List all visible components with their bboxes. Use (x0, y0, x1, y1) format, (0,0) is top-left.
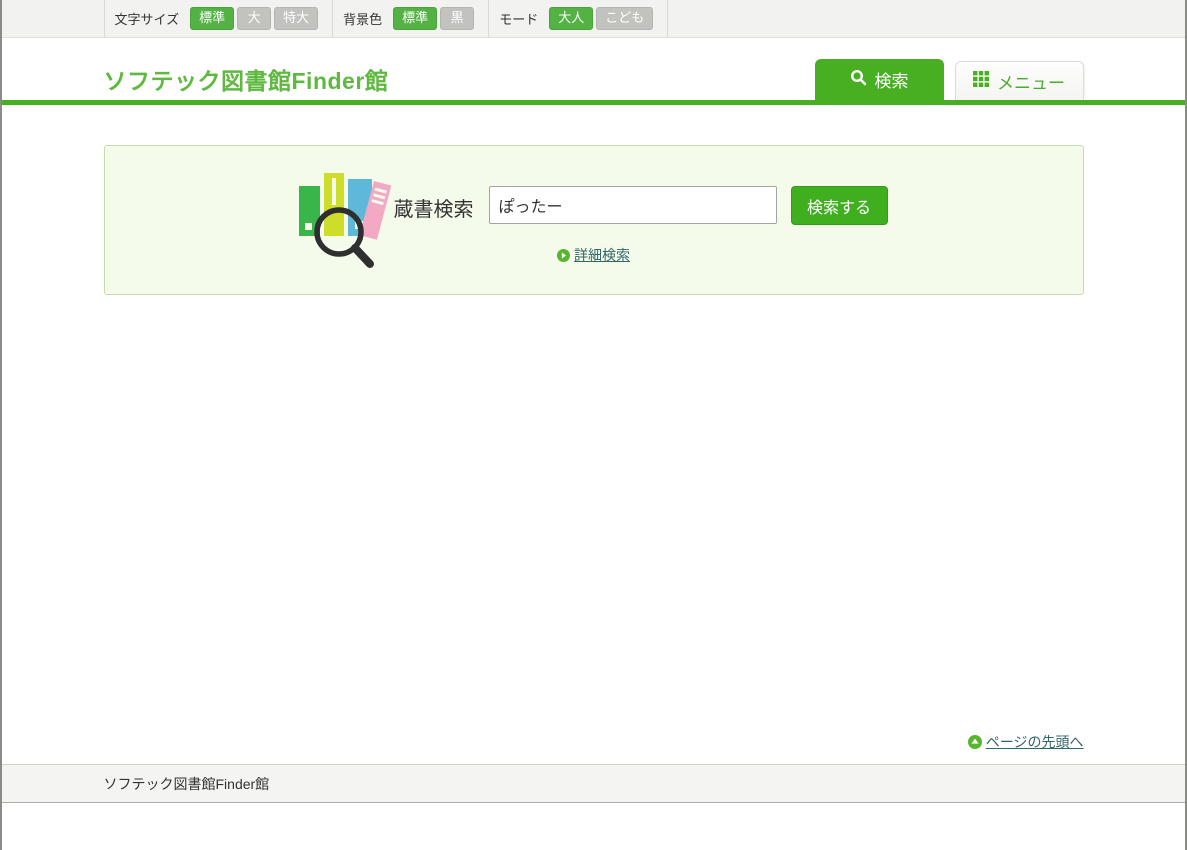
catalog-search-panel: 蔵書検索 検索する 詳細検索 (104, 145, 1084, 295)
tab-search[interactable]: 検索 (815, 59, 944, 100)
tab-menu-label: メニュー (997, 69, 1065, 94)
bg-standard-button[interactable]: 標準 (393, 7, 437, 30)
background-color-label: 背景色 (343, 9, 382, 28)
bg-black-button[interactable]: 黒 (440, 7, 474, 30)
mode-adult-button[interactable]: 大人 (549, 7, 593, 30)
mode-label: モード (499, 9, 538, 28)
page-header: ソフテック図書館Finder館 検索 (0, 38, 1187, 100)
font-size-xlarge-button[interactable]: 特大 (274, 7, 318, 30)
advanced-search-link[interactable]: 詳細検索 (574, 247, 630, 263)
font-size-standard-button[interactable]: 標準 (190, 7, 234, 30)
background-color-group: 背景色 標準 黒 (332, 0, 488, 37)
back-to-top-row: ページの先頭へ (104, 732, 1084, 749)
font-size-label: 文字サイズ (115, 9, 180, 28)
catalog-search-label: 蔵書検索 (394, 193, 474, 222)
header-divider (0, 100, 1187, 105)
main-content: 蔵書検索 検索する 詳細検索 ページの先頭へ (104, 145, 1084, 749)
tab-search-label: 検索 (875, 67, 909, 92)
accessibility-toolbar: 文字サイズ 標準 大 特大 背景色 標準 黒 モード 大人 こども (0, 0, 1187, 38)
footer: ソフテック図書館Finder館 (0, 764, 1187, 803)
search-input[interactable] (489, 186, 777, 224)
circle-arrow-up-icon (968, 735, 982, 754)
tab-menu[interactable]: メニュー (955, 61, 1084, 100)
grid-icon (973, 71, 989, 92)
search-submit-button[interactable]: 検索する (791, 186, 888, 225)
site-title: ソフテック図書館Finder館 (104, 62, 389, 96)
search-icon (850, 69, 867, 91)
mode-kids-button[interactable]: こども (596, 7, 653, 30)
mode-group: モード 大人 こども (488, 0, 668, 37)
font-size-group: 文字サイズ 標準 大 特大 (104, 0, 333, 37)
font-size-large-button[interactable]: 大 (237, 7, 271, 30)
footer-site-name: ソフテック図書館Finder館 (104, 765, 1084, 803)
window-left-edge (0, 0, 2, 850)
back-to-top-link[interactable]: ページの先頭へ (986, 734, 1084, 750)
circle-arrow-right-icon (557, 249, 570, 267)
